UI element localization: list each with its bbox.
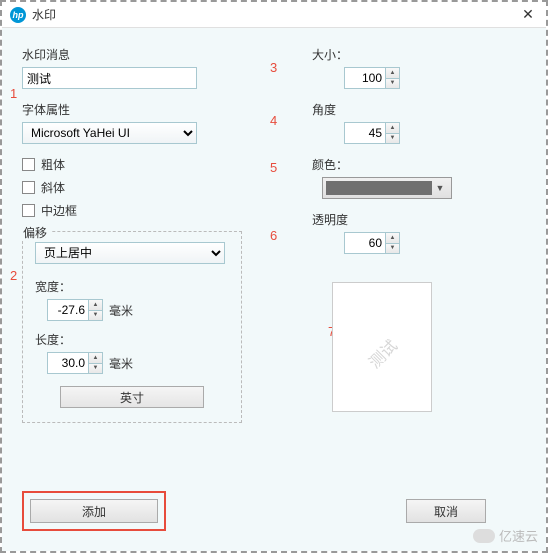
- size-down-icon[interactable]: ▼: [386, 79, 399, 89]
- opacity-down-icon[interactable]: ▼: [386, 244, 399, 254]
- width-spinner[interactable]: ▲ ▼: [47, 299, 103, 321]
- size-up-icon[interactable]: ▲: [386, 68, 399, 79]
- width-unit: 毫米: [109, 302, 133, 319]
- hp-logo-icon: hp: [10, 7, 26, 23]
- opacity-spinner[interactable]: ▲ ▼: [344, 232, 400, 254]
- angle-field: 角度 ▲ ▼: [312, 101, 492, 144]
- height-field: 长度： ▲ ▼ 毫米: [35, 331, 229, 374]
- width-up-icon[interactable]: ▲: [89, 300, 102, 311]
- color-label: 颜色：: [312, 156, 492, 173]
- angle-spinner[interactable]: ▲ ▼: [344, 122, 400, 144]
- annotation-1: 1: [10, 86, 17, 101]
- message-field: 水印消息: [22, 46, 242, 89]
- bold-label: 粗体: [41, 156, 65, 173]
- window-title: 水印: [32, 6, 518, 23]
- content-area: 1 2 3 4 5 6 7 水印消息 字体属性 Microsoft YaHei …: [2, 28, 546, 551]
- annotation-4: 4: [270, 113, 277, 128]
- preview-watermark: 测试: [362, 334, 402, 374]
- font-select[interactable]: Microsoft YaHei UI: [22, 122, 197, 144]
- add-button-highlight: 添加: [22, 491, 166, 531]
- border-label: 中边框: [41, 202, 77, 219]
- width-input[interactable]: [48, 300, 88, 320]
- height-up-icon[interactable]: ▲: [89, 353, 102, 364]
- inch-button[interactable]: 英寸: [60, 386, 204, 408]
- height-label: 长度：: [35, 331, 229, 348]
- bold-row: 粗体: [22, 156, 242, 173]
- angle-up-icon[interactable]: ▲: [386, 123, 399, 134]
- font-field: 字体属性 Microsoft YaHei UI: [22, 101, 242, 144]
- border-checkbox[interactable]: [22, 204, 35, 217]
- button-row: 添加 取消: [22, 491, 526, 531]
- border-row: 中边框: [22, 202, 242, 219]
- close-button[interactable]: ✕: [518, 5, 538, 25]
- size-input[interactable]: [345, 68, 385, 88]
- size-label: 大小：: [312, 46, 492, 63]
- annotation-2: 2: [10, 268, 17, 283]
- opacity-label: 透明度: [312, 211, 492, 228]
- annotation-6: 6: [270, 228, 277, 243]
- color-field: 颜色： ▼: [312, 156, 492, 199]
- annotation-5: 5: [270, 160, 277, 175]
- chevron-down-icon: ▼: [432, 183, 448, 193]
- opacity-input[interactable]: [345, 233, 385, 253]
- message-label: 水印消息: [22, 46, 242, 63]
- italic-label: 斜体: [41, 179, 65, 196]
- titlebar: hp 水印 ✕: [2, 2, 546, 28]
- opacity-field: 透明度 ▲ ▼: [312, 211, 492, 254]
- annotation-3: 3: [270, 60, 277, 75]
- font-label: 字体属性: [22, 101, 242, 118]
- angle-label: 角度: [312, 101, 492, 118]
- offset-legend: 偏移: [19, 224, 51, 241]
- height-input[interactable]: [48, 353, 88, 373]
- angle-input[interactable]: [345, 123, 385, 143]
- color-swatch-icon: [326, 181, 432, 195]
- angle-down-icon[interactable]: ▼: [386, 134, 399, 144]
- preview-pane: 测试: [332, 282, 432, 412]
- italic-checkbox[interactable]: [22, 181, 35, 194]
- right-column: 大小： ▲ ▼ 角度 ▲ ▼: [312, 46, 492, 537]
- message-input[interactable]: [22, 67, 197, 89]
- offset-section: 偏移 页上居中 宽度： ▲ ▼ 毫米 长度：: [22, 231, 242, 423]
- height-down-icon[interactable]: ▼: [89, 364, 102, 374]
- height-unit: 毫米: [109, 355, 133, 372]
- size-spinner[interactable]: ▲ ▼: [344, 67, 400, 89]
- cancel-button[interactable]: 取消: [406, 499, 486, 523]
- italic-row: 斜体: [22, 179, 242, 196]
- color-picker[interactable]: ▼: [322, 177, 452, 199]
- height-spinner[interactable]: ▲ ▼: [47, 352, 103, 374]
- cloud-icon: [473, 529, 495, 543]
- brand-watermark: 亿速云: [473, 526, 538, 545]
- position-select[interactable]: 页上居中: [35, 242, 225, 264]
- left-column: 水印消息 字体属性 Microsoft YaHei UI 粗体 斜体 中边框: [22, 46, 242, 537]
- size-field: 大小： ▲ ▼: [312, 46, 492, 89]
- opacity-up-icon[interactable]: ▲: [386, 233, 399, 244]
- bold-checkbox[interactable]: [22, 158, 35, 171]
- add-button[interactable]: 添加: [30, 499, 158, 523]
- width-down-icon[interactable]: ▼: [89, 311, 102, 321]
- brand-text: 亿速云: [499, 526, 538, 545]
- font-style-group: 粗体 斜体 中边框: [22, 156, 242, 219]
- width-label: 宽度：: [35, 278, 229, 295]
- width-field: 宽度： ▲ ▼ 毫米: [35, 278, 229, 321]
